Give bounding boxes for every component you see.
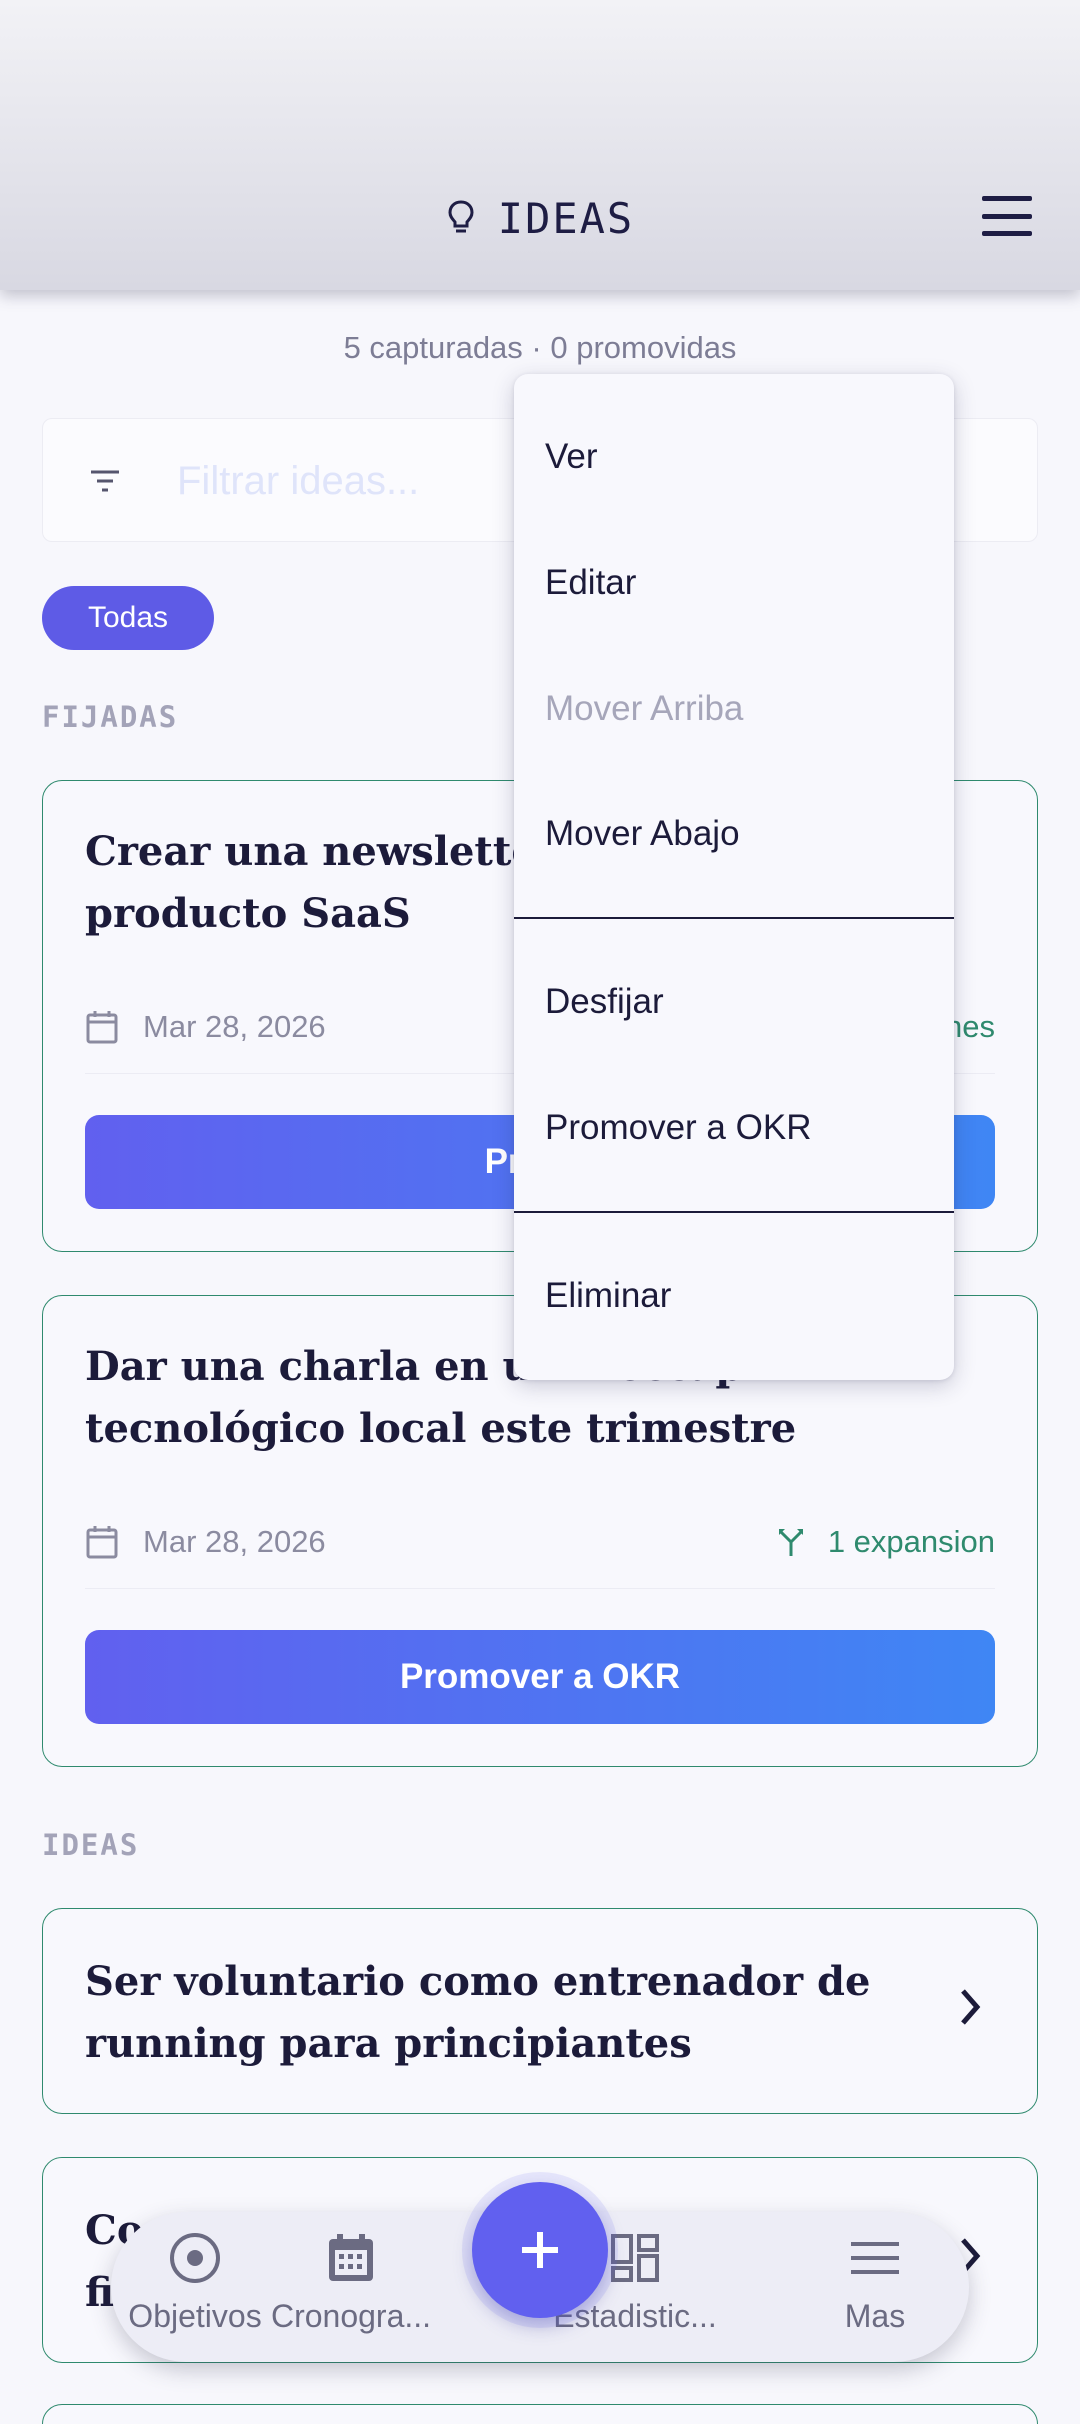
- lightbulb-icon: [448, 200, 474, 233]
- plus-icon: [522, 2232, 558, 2268]
- app-header: IDEAS: [0, 0, 1080, 290]
- section-label-ideas: IDEAS: [42, 1828, 140, 1862]
- menu-item-desfijar[interactable]: Desfijar: [545, 972, 925, 1032]
- add-idea-button[interactable]: [472, 2182, 608, 2318]
- card-title: Ser voluntario como entrenador de runnin…: [85, 1958, 871, 2067]
- header-title: IDEAS: [0, 188, 1080, 248]
- calendar-icon: [329, 2234, 373, 2281]
- card-date: Mar 28, 2026: [85, 1520, 326, 1564]
- menu-separator: [514, 917, 954, 919]
- hamburger-menu-icon[interactable]: [982, 196, 1032, 236]
- ideas-summary: 5 capturadas · 0 promovidas: [343, 330, 737, 365]
- page-title: IDEAS: [497, 193, 635, 243]
- nav-item-mas[interactable]: Mas: [785, 2230, 965, 2350]
- menu-item-editar[interactable]: Editar: [545, 553, 925, 613]
- card-date: Mar 28, 2026: [85, 1005, 326, 1049]
- calendar-icon: [86, 1526, 118, 1559]
- calendar-icon: [86, 1011, 118, 1044]
- menu-item-mover-arriba: Mover Arriba: [545, 689, 744, 728]
- menu-item-eliminar[interactable]: Eliminar: [545, 1266, 925, 1326]
- chevron-right-icon: [961, 1989, 981, 2025]
- nav-item-objetivos[interactable]: Objetivos: [105, 2230, 285, 2350]
- idea-card[interactable]: [42, 2404, 1038, 2424]
- nav-item-cronograma[interactable]: Cronogra...: [261, 2230, 441, 2350]
- promote-okr-button[interactable]: Promover a OKR: [85, 1630, 995, 1724]
- filter-icon[interactable]: [87, 463, 123, 499]
- menu-item-ver[interactable]: Ver: [545, 427, 925, 487]
- menu-item-mover-abajo[interactable]: Mover Abajo: [545, 804, 925, 864]
- menu-separator: [514, 1211, 954, 1213]
- menu-icon: [851, 2242, 899, 2274]
- branch-icon: [778, 1529, 803, 1556]
- section-label-pinned: FIJADAS: [42, 700, 179, 734]
- chip-todas[interactable]: Todas: [42, 586, 214, 650]
- menu-item-promover-okr[interactable]: Promover a OKR: [545, 1098, 925, 1158]
- dashboard-icon: [611, 2234, 659, 2282]
- idea-card[interactable]: Ser voluntario como entrenador de runnin…: [42, 1908, 1038, 2114]
- card-expansions: 1 expansion: [776, 1520, 995, 1564]
- context-menu: Ver Editar Mover Arriba Mover Abajo Desf…: [514, 374, 954, 1380]
- target-icon: [170, 2233, 220, 2283]
- card-divider: [85, 1588, 995, 1589]
